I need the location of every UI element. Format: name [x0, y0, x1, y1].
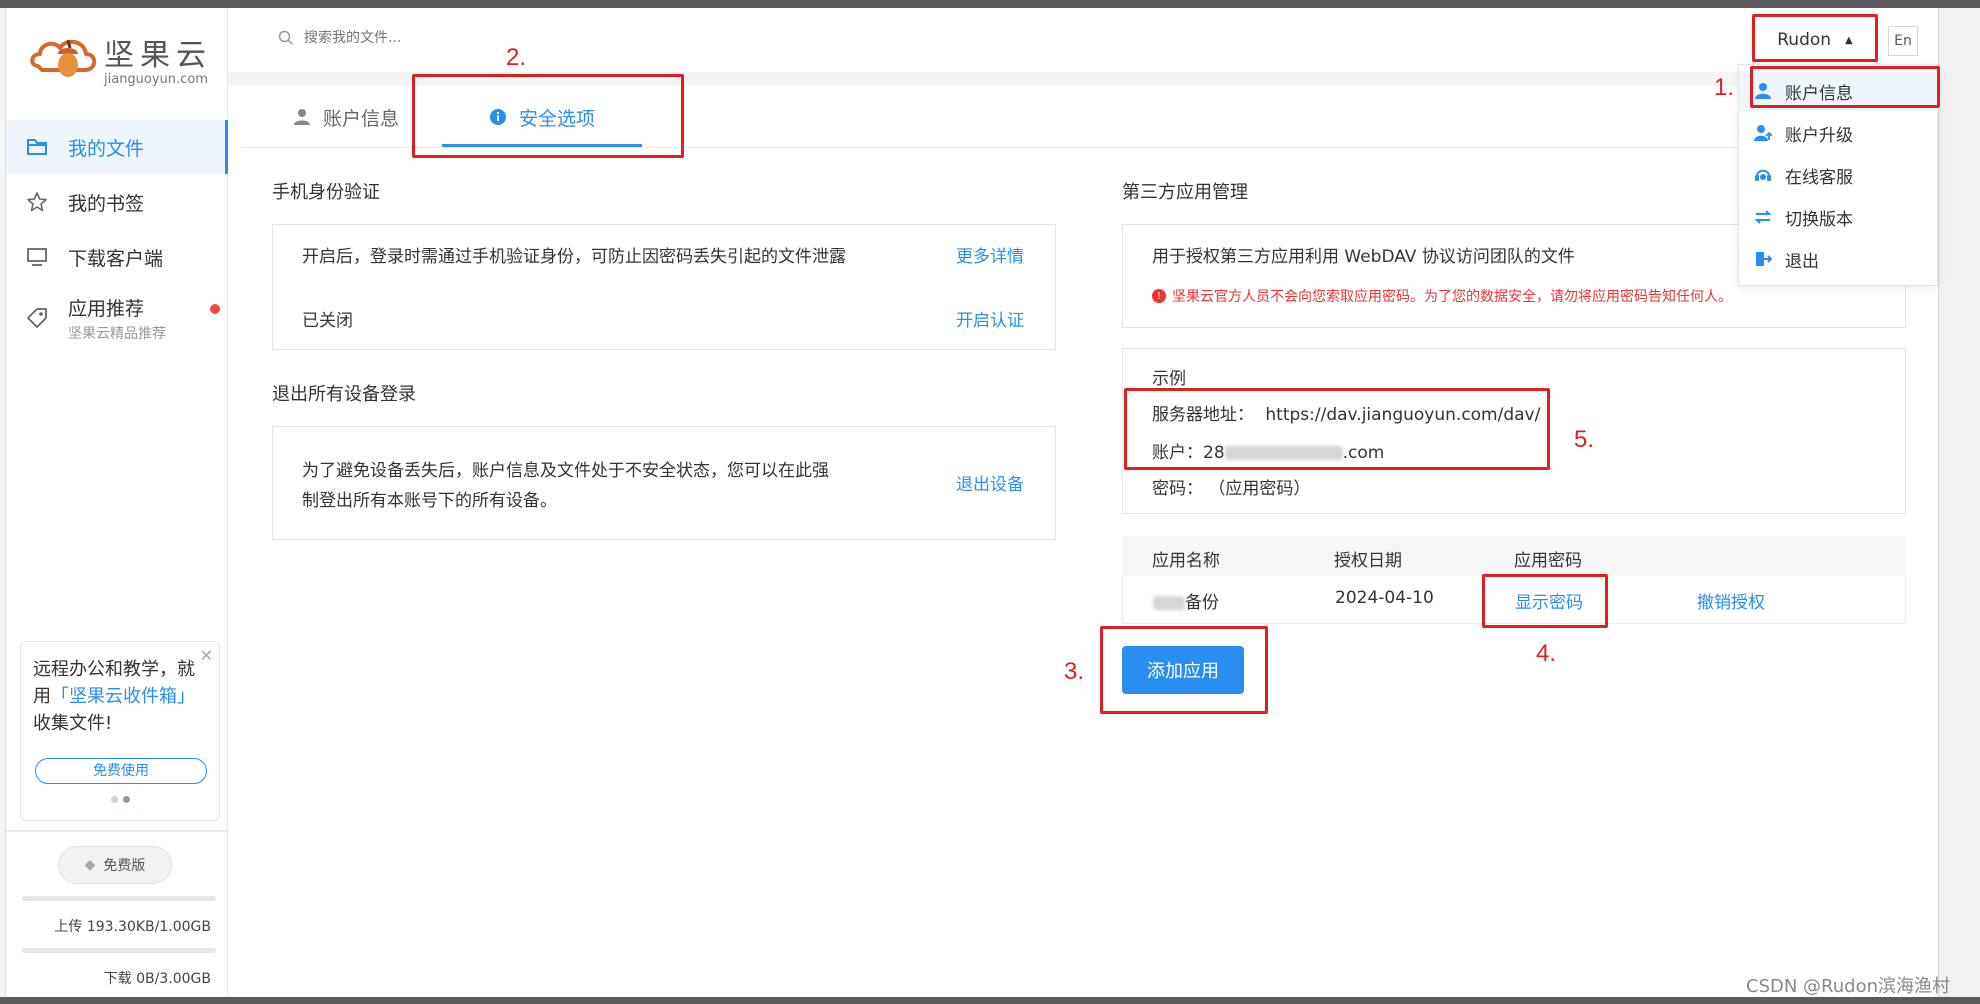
promo-text: 远程办公和教学，就用「坚果云收件箱」收集文件! [33, 659, 195, 734]
promo-card: ✕ 远程办公和教学，就用「坚果云收件箱」收集文件! 免费使用 [20, 641, 220, 821]
sidebar-item-bookmarks[interactable]: 我的书签 [6, 175, 228, 229]
search-box[interactable] [278, 30, 604, 46]
upload-quota-bar [22, 896, 216, 901]
carousel-dots[interactable] [111, 796, 130, 803]
promo-highlight[interactable]: 「坚果云收件箱」 [51, 686, 195, 707]
third-party-desc: 用于授权第三方应用利用 WebDAV 协议访问团队的文件 [1152, 247, 1575, 267]
search-icon [278, 30, 294, 46]
annotation-label-1: 1. [1714, 74, 1735, 101]
sidebar-item-my-files[interactable]: 我的文件 [6, 120, 228, 174]
tab-account-info[interactable]: 账户信息 [286, 86, 406, 148]
annotation-box-example [1124, 388, 1550, 470]
annotation-box-show-password [1482, 574, 1608, 628]
revoke-auth-link[interactable]: 撤销授权 [1697, 588, 1765, 613]
menu-item-switch-version[interactable]: 切换版本 [1739, 197, 1939, 237]
logout-all-title: 退出所有设备登录 [272, 384, 416, 405]
redacted-app-prefix [1153, 596, 1185, 610]
password-label: 密码： [1152, 479, 1203, 499]
enable-auth-link[interactable]: 开启认证 [956, 306, 1024, 331]
monitor-icon [24, 244, 50, 270]
annotation-box-user [1752, 14, 1878, 62]
auth-date-cell: 2024-04-10 [1335, 588, 1434, 608]
alert-icon: ! [1152, 289, 1166, 303]
acorn-logo-icon [30, 39, 97, 77]
plan-badge[interactable]: ◆ 免费版 [58, 846, 172, 884]
phone-verify-status: 已关闭 [302, 311, 353, 331]
annotation-label-3: 3. [1064, 658, 1085, 685]
logo[interactable]: 坚果云 jianguoyun.com [28, 30, 212, 87]
example-title: 示例 [1152, 369, 1186, 389]
apps-table-header: 应用名称 授权日期 应用密码 [1122, 536, 1906, 576]
sidebar: 坚果云 jianguoyun.com 我的文件 我的书签 下载客户端 应用推荐 … [6, 8, 228, 997]
menu-item-upgrade[interactable]: 账户升级 [1739, 113, 1939, 153]
logout-icon [1753, 249, 1773, 269]
user-upgrade-icon [1753, 123, 1773, 143]
upload-quota-text: 上传 193.30KB/1.00GB [54, 919, 211, 935]
sidebar-item-download-client[interactable]: 下载客户端 [6, 230, 228, 284]
language-toggle-button[interactable]: En [1888, 26, 1918, 56]
sidebar-item-label: 应用推荐 [68, 297, 145, 320]
download-quota-text: 下载 0B/3.00GB [103, 971, 211, 987]
app-name-cell: 备份 [1153, 588, 1219, 613]
security-warning: ! 坚果云官方人员不会向您索取应用密码。为了您的数据安全，请勿将应用密码告知任何… [1152, 286, 1732, 306]
star-icon [24, 189, 50, 215]
col-app-name: 应用名称 [1152, 551, 1220, 571]
annotation-label-2: 2. [506, 44, 527, 71]
sidebar-item-sublabel: 坚果云精品推荐 [68, 325, 166, 342]
tab-label: 账户信息 [322, 107, 399, 130]
search-input[interactable] [304, 30, 604, 46]
download-quota-bar [22, 948, 216, 953]
annotation-label-5: 5. [1574, 426, 1595, 453]
tag-icon [24, 305, 50, 331]
window-top-border [0, 0, 1980, 8]
annotation-label-4: 4. [1536, 640, 1557, 667]
logout-all-card [272, 426, 1056, 540]
sidebar-item-label: 我的书签 [68, 192, 145, 215]
sidebar-item-label: 我的文件 [68, 137, 145, 160]
menu-item-logout[interactable]: 退出 [1739, 239, 1939, 279]
annotation-box-add-app [1100, 626, 1268, 714]
col-app-password: 应用密码 [1514, 551, 1582, 571]
annotation-box-security-tab [412, 74, 684, 158]
divider [6, 830, 228, 832]
diamond-icon: ◆ [84, 857, 96, 873]
third-party-title: 第三方应用管理 [1122, 182, 1248, 203]
notification-dot [210, 304, 220, 314]
phone-verify-desc: 开启后，登录时需通过手机验证身份，可防止因密码丢失引起的文件泄露 [302, 247, 846, 267]
logo-subtitle: jianguoyun.com [104, 72, 208, 87]
window-scroll-gutter [1938, 8, 1980, 997]
password-row: 密码： （应用密码） [1152, 474, 1310, 499]
watermark: CSDN @Rudon滨海渔村 [1746, 976, 1950, 997]
logout-all-desc-line2: 制登出所有本账号下的所有设备。 [302, 491, 557, 511]
col-auth-date: 授权日期 [1334, 551, 1402, 571]
headset-icon [1753, 165, 1773, 185]
close-icon[interactable]: ✕ [200, 646, 213, 665]
menu-item-online-support[interactable]: 在线客服 [1739, 155, 1939, 195]
user-icon [293, 108, 311, 126]
more-details-link[interactable]: 更多详情 [956, 242, 1024, 267]
sidebar-item-label: 下载客户端 [68, 247, 164, 270]
password-value: （应用密码） [1208, 479, 1311, 499]
swap-icon [1753, 207, 1773, 227]
logout-devices-link[interactable]: 退出设备 [956, 470, 1024, 495]
phone-verify-title: 手机身份验证 [272, 182, 380, 203]
sidebar-item-app-recommend[interactable]: 应用推荐 坚果云精品推荐 [6, 288, 228, 348]
logout-all-desc-line1: 为了避免设备丢失后，账户信息及文件处于不安全状态，您可以在此强 [302, 461, 829, 481]
annotation-box-account-info [1750, 66, 1940, 108]
window-bottom-border [0, 997, 1980, 1004]
promo-free-use-button[interactable]: 免费使用 [35, 758, 207, 784]
folder-icon [24, 134, 50, 160]
logo-title: 坚果云 [104, 38, 212, 73]
